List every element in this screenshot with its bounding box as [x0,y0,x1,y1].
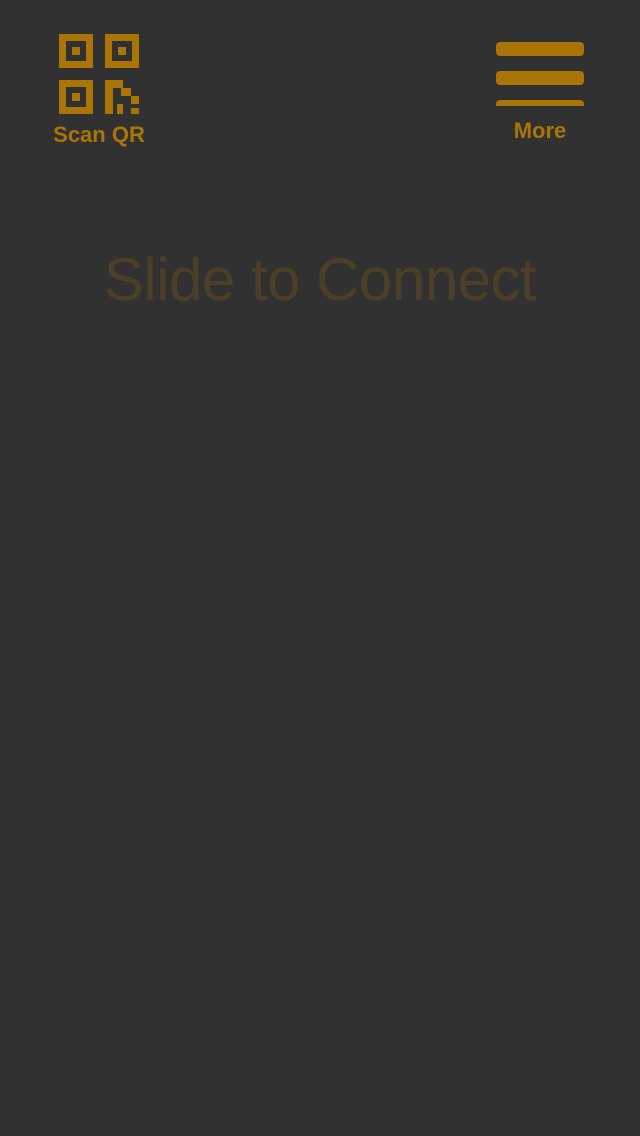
qr-code-icon [59,34,139,114]
more-menu-button[interactable]: More [490,34,590,142]
scan-qr-button[interactable]: Scan QR [48,34,150,146]
slide-to-connect-label[interactable]: Slide to Connect [0,250,640,310]
hamburger-menu-icon [496,34,584,106]
scan-qr-label: Scan QR [53,122,145,147]
more-label: More [513,118,567,143]
